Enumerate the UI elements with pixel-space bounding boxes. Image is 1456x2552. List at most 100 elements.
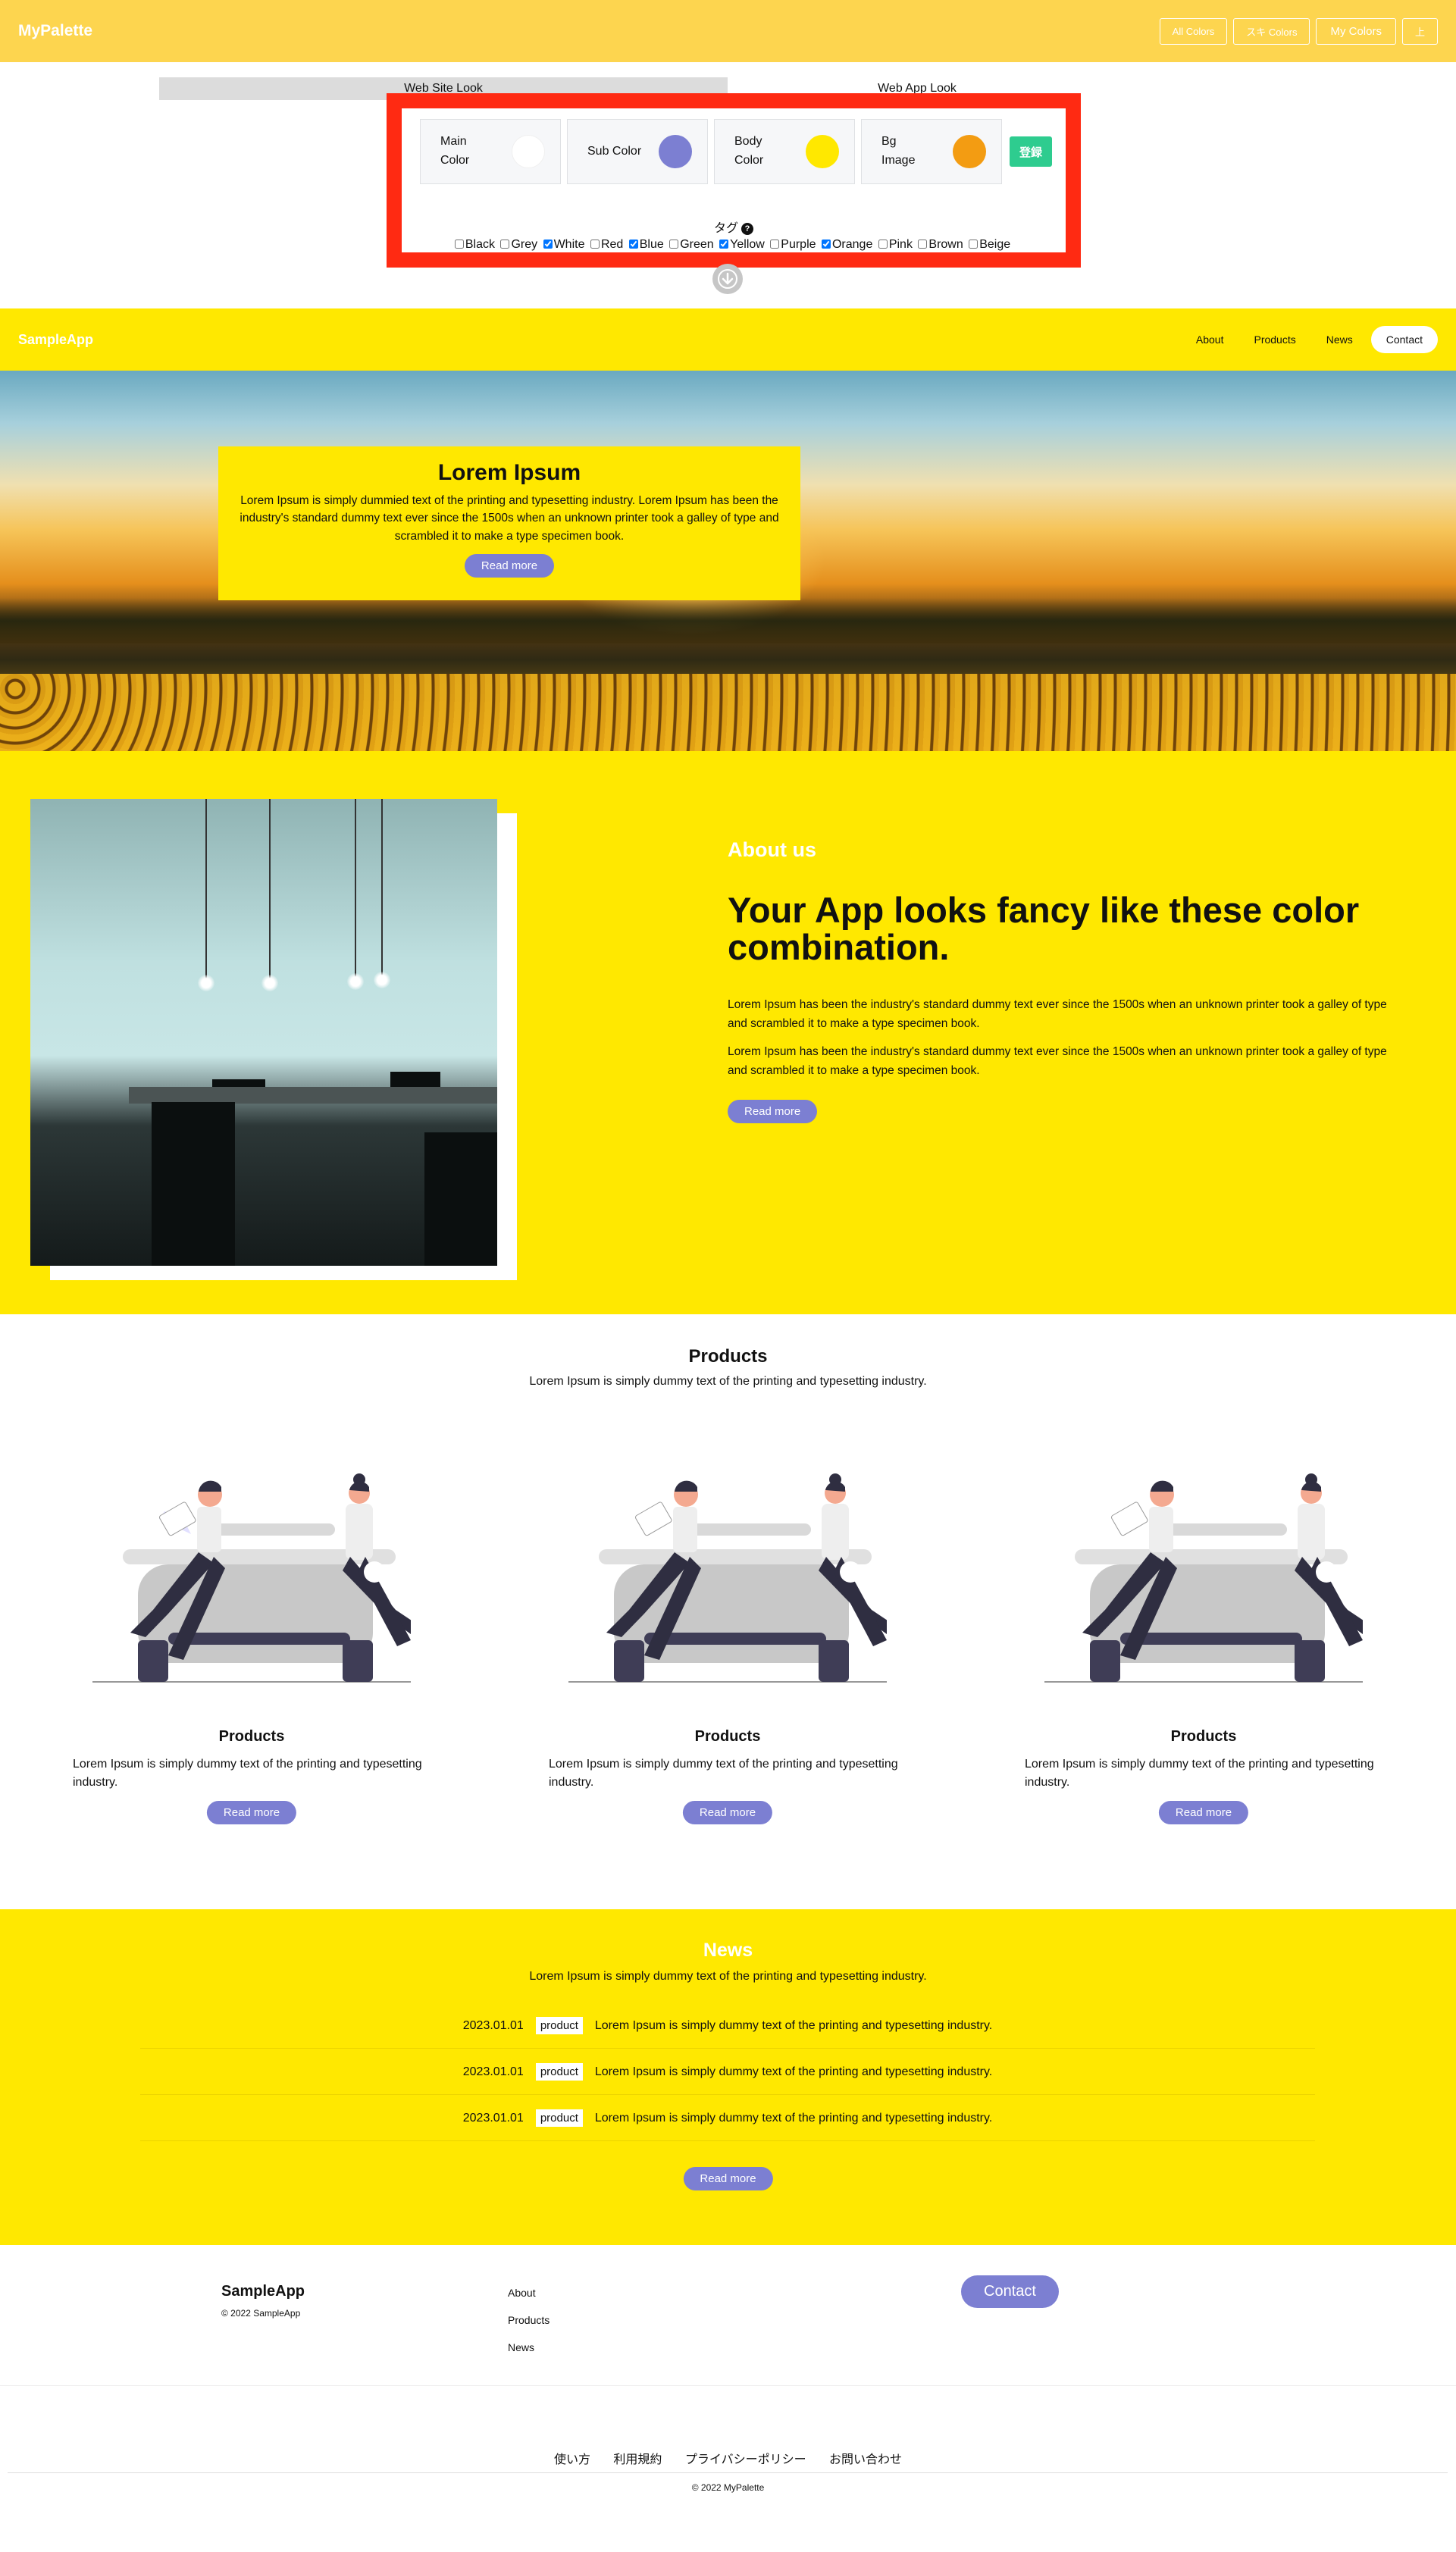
- about-paragraph: Lorem Ipsum has been the industry's stan…: [728, 1045, 1387, 1077]
- nav-upload-button[interactable]: 上: [1401, 17, 1438, 45]
- tag-label: Beige: [979, 238, 1011, 251]
- news-text[interactable]: Lorem Ipsum is simply dummy text of the …: [595, 2065, 992, 2079]
- swatch-label: Body Color: [734, 135, 764, 167]
- sample-nav-products[interactable]: Products: [1254, 333, 1295, 346]
- tag-red-checkbox[interactable]: [590, 240, 600, 249]
- footer: SampleApp © 2022 SampleApp About Product…: [0, 2245, 1456, 2552]
- tag-beige[interactable]: Beige: [969, 238, 1010, 251]
- footer-link-products[interactable]: Products: [508, 2306, 550, 2334]
- swatch-label: Sub Color: [587, 144, 642, 158]
- product-illustration: [1044, 1473, 1363, 1683]
- news-text[interactable]: Lorem Ipsum is simply dummy text of the …: [595, 2112, 992, 2125]
- tag-label: Green: [680, 238, 714, 251]
- register-button[interactable]: 登録: [1010, 136, 1052, 167]
- tag-grey-checkbox[interactable]: [500, 240, 510, 249]
- hero-text: Lorem Ipsum is simply dummied text of th…: [240, 494, 779, 543]
- hero-section: Lorem Ipsum Lorem Ipsum is simply dummie…: [0, 371, 1456, 751]
- tag-label: Black: [465, 238, 495, 251]
- tag-brown-checkbox[interactable]: [918, 240, 928, 249]
- nav-favorite-colors-button[interactable]: スキ Colors: [1233, 17, 1310, 45]
- divider: [8, 2472, 1448, 2473]
- product-illustration: [92, 1473, 411, 1683]
- swatch-label: Main Color: [440, 135, 470, 167]
- tag-green-checkbox[interactable]: [669, 240, 679, 249]
- products-title: Products: [688, 1346, 768, 1367]
- about-read-more-button[interactable]: Read more: [728, 1100, 818, 1123]
- site-link-terms[interactable]: 利用規約: [613, 2453, 662, 2466]
- tag-pink-checkbox[interactable]: [878, 240, 888, 249]
- tag-white-checkbox[interactable]: [543, 240, 553, 249]
- tag-yellow[interactable]: Yellow: [719, 238, 765, 251]
- about-heading: Your App looks fancy like these color co…: [728, 890, 1360, 968]
- app-logo[interactable]: MyPalette: [18, 22, 92, 40]
- product-card-title: Products: [1170, 1728, 1237, 1745]
- footer-link-news[interactable]: News: [508, 2334, 550, 2361]
- tag-grey[interactable]: Grey: [500, 238, 537, 251]
- product-read-more-button[interactable]: Read more: [1158, 1801, 1249, 1824]
- tag-green[interactable]: Green: [669, 238, 714, 251]
- sub-color-circle[interactable]: [659, 135, 692, 168]
- tag-black-checkbox[interactable]: [454, 240, 464, 249]
- product-illustration: [568, 1473, 887, 1683]
- tag-purple-checkbox[interactable]: [770, 240, 780, 249]
- footer-link-about[interactable]: About: [508, 2279, 550, 2306]
- site-link-privacy[interactable]: プライバシーポリシー: [685, 2453, 806, 2466]
- news-item[interactable]: 2023.01.01 product Lorem Ipsum is simply…: [140, 2096, 1315, 2141]
- tag-yellow-checkbox[interactable]: [719, 240, 729, 249]
- tag-white[interactable]: White: [543, 238, 585, 251]
- tag-red[interactable]: Red: [590, 238, 623, 251]
- site-link-how-to[interactable]: 使い方: [554, 2453, 590, 2466]
- tag-label: Brown: [928, 238, 963, 251]
- hero-read-more-button[interactable]: Read more: [464, 553, 555, 578]
- photo-table: [129, 1087, 497, 1104]
- news-read-more-button[interactable]: Read more: [683, 2167, 773, 2190]
- arrow-down-icon[interactable]: [712, 264, 743, 294]
- help-icon[interactable]: ?: [741, 222, 753, 235]
- tag-beige-checkbox[interactable]: [969, 240, 978, 249]
- sample-contact-button[interactable]: Contact: [1370, 326, 1438, 353]
- hero-sunflowers: [0, 674, 1456, 751]
- sample-logo[interactable]: SampleApp: [18, 332, 93, 348]
- news-item[interactable]: 2023.01.01 product Lorem Ipsum is simply…: [140, 2003, 1315, 2049]
- sample-nav-about[interactable]: About: [1196, 333, 1224, 346]
- product-read-more-button[interactable]: Read more: [682, 1801, 773, 1824]
- tag-blue[interactable]: Blue: [628, 238, 664, 251]
- bg-image-circle[interactable]: [953, 135, 986, 168]
- nav-all-colors-button[interactable]: All Colors: [1159, 17, 1228, 45]
- tag-label: Grey: [511, 238, 538, 251]
- tag-purple[interactable]: Purple: [770, 238, 816, 251]
- tag-label: White: [553, 238, 585, 251]
- body-color-swatch[interactable]: Body Color: [714, 119, 855, 184]
- news-subtitle: Lorem Ipsum is simply dummy text of the …: [529, 1970, 927, 1983]
- tag-pink[interactable]: Pink: [878, 238, 913, 251]
- product-read-more-button[interactable]: Read more: [206, 1801, 297, 1824]
- body-color-circle[interactable]: [806, 135, 839, 168]
- tag-orange-checkbox[interactable]: [821, 240, 831, 249]
- product-card-text: Lorem Ipsum is simply dummy text of the …: [1025, 1758, 1374, 1789]
- news-text[interactable]: Lorem Ipsum is simply dummy text of the …: [595, 2019, 992, 2033]
- tag-black[interactable]: Black: [454, 238, 495, 251]
- site-footer-links: 使い方 利用規約 プライバシーポリシー お問い合わせ: [0, 2449, 1456, 2467]
- tag-orange[interactable]: Orange: [821, 238, 873, 251]
- tag-label: Blue: [639, 238, 664, 251]
- site-link-contact[interactable]: お問い合わせ: [829, 2453, 902, 2466]
- news-item[interactable]: 2023.01.01 product Lorem Ipsum is simply…: [140, 2049, 1315, 2095]
- tag-brown[interactable]: Brown: [918, 238, 963, 251]
- main-color-circle[interactable]: [512, 135, 545, 168]
- bg-image-swatch[interactable]: Bg Image: [861, 119, 1002, 184]
- tag-blue-checkbox[interactable]: [628, 240, 638, 249]
- main-color-swatch[interactable]: Main Color: [420, 119, 561, 184]
- site-copyright: © 2022 MyPalette: [691, 2482, 765, 2493]
- sample-nav-news[interactable]: News: [1326, 333, 1353, 346]
- footer-contact-button[interactable]: Contact: [961, 2275, 1059, 2308]
- nav-my-colors-button[interactable]: My Colors: [1316, 17, 1396, 45]
- news-date: 2023.01.01: [462, 2018, 524, 2032]
- hero-title: Lorem Ipsum: [437, 460, 581, 485]
- tag-label: Orange: [831, 238, 873, 251]
- sub-color-swatch[interactable]: Sub Color: [567, 119, 708, 184]
- swatch-row: Main Color Sub Color Body Color Bg Image…: [420, 119, 1052, 184]
- sample-nav: About Products News Contact: [1196, 326, 1438, 353]
- product-card: Products Lorem Ipsum is simply dummy tex…: [1014, 1473, 1393, 1824]
- news-badge: product: [535, 2109, 583, 2127]
- palette-editor: Main Color Sub Color Body Color Bg Image…: [387, 93, 1081, 268]
